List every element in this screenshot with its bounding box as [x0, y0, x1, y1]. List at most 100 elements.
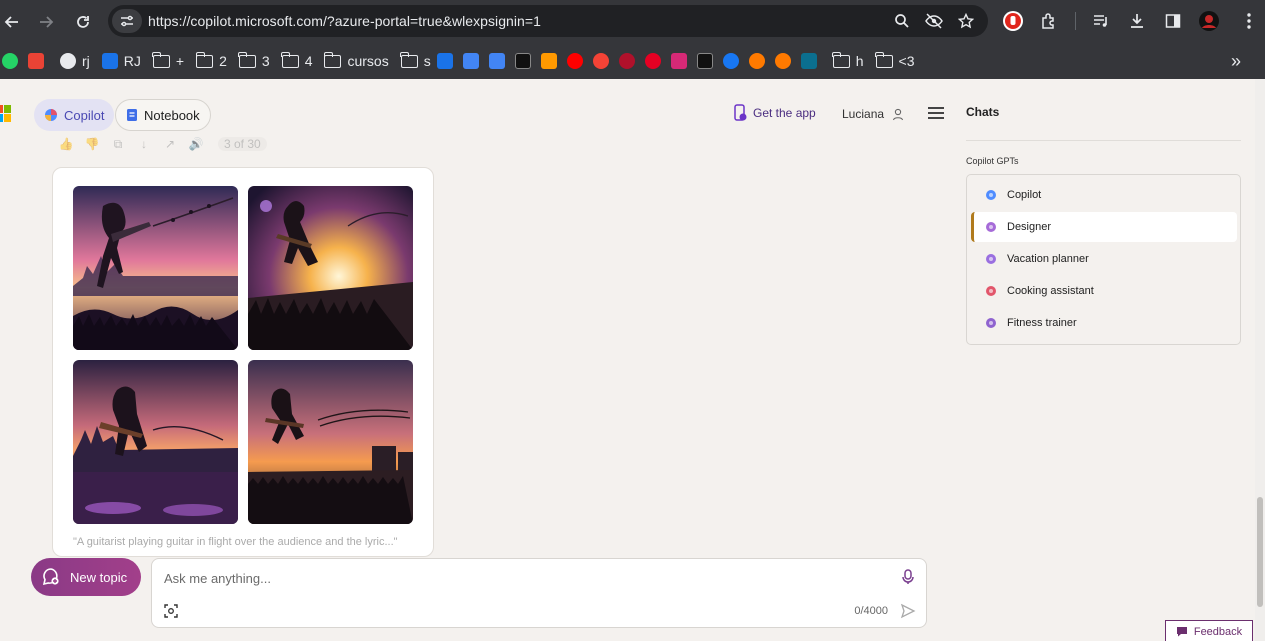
- generated-images-card: "A guitarist playing guitar in flight ov…: [52, 167, 434, 557]
- gpt-item-designer[interactable]: Designer: [971, 212, 1237, 242]
- bookmark-item[interactable]: 2: [190, 47, 233, 75]
- bookmark-label: RJ: [123, 53, 141, 69]
- adblock-extension-icon[interactable]: [998, 6, 1028, 36]
- star-icon[interactable]: [954, 9, 978, 33]
- bookmark-item[interactable]: [722, 47, 749, 75]
- bookmark-item[interactable]: h: [827, 47, 870, 75]
- back-button[interactable]: [0, 4, 30, 40]
- thumbs-up-icon[interactable]: 👍: [58, 137, 74, 151]
- microphone-icon[interactable]: [902, 569, 914, 590]
- pinterest-icon: [644, 53, 661, 69]
- copy-icon[interactable]: ⧉: [110, 137, 126, 151]
- gpt-item-fitness-trainer[interactable]: Fitness trainer: [971, 308, 1237, 338]
- chat-input[interactable]: [164, 567, 884, 589]
- visual-search-icon[interactable]: [164, 604, 178, 623]
- profile-avatar-icon[interactable]: [1194, 6, 1224, 36]
- bookmark-item[interactable]: [774, 47, 801, 75]
- bookmark-item[interactable]: [488, 47, 515, 75]
- x-icon: [696, 53, 713, 69]
- forward-button[interactable]: [28, 4, 64, 40]
- folder-icon: [195, 51, 214, 68]
- dark-red-icon: [618, 53, 635, 69]
- menu-icon[interactable]: [928, 107, 944, 119]
- instagram-icon: [670, 53, 687, 69]
- bookmark-item[interactable]: 3: [233, 47, 276, 75]
- speaker-icon[interactable]: 🔊: [188, 137, 204, 151]
- folder-icon: [400, 51, 418, 68]
- bookmark-label: cursos: [347, 53, 389, 69]
- bookmark-item[interactable]: [696, 47, 723, 75]
- bookmark-item[interactable]: [436, 47, 463, 75]
- gpt-item-cooking-assistant[interactable]: Cooking assistant: [971, 276, 1237, 306]
- eye-off-icon[interactable]: [922, 9, 946, 33]
- bookmark-item[interactable]: [462, 47, 489, 75]
- bookmark-item[interactable]: +: [147, 47, 190, 75]
- media-control-icon[interactable]: [1086, 6, 1116, 36]
- folder-icon: [874, 51, 893, 68]
- bookmark-item[interactable]: [540, 47, 567, 75]
- download-icon[interactable]: ↓: [136, 137, 152, 151]
- bookmark-item[interactable]: RJ: [96, 47, 147, 75]
- generated-image-2[interactable]: [248, 186, 413, 350]
- get-the-app-button[interactable]: Get the app: [733, 104, 816, 122]
- bookmark-item[interactable]: 4: [276, 47, 319, 75]
- bookmark-item[interactable]: rj: [54, 47, 96, 75]
- zoom-icon[interactable]: [890, 9, 914, 33]
- bookmark-item[interactable]: [28, 47, 54, 75]
- bookmark-label: h: [855, 53, 864, 69]
- assistant-icon: [488, 53, 505, 69]
- generated-image-3[interactable]: [73, 360, 238, 524]
- bookmark-item[interactable]: [514, 47, 541, 75]
- bookmark-item[interactable]: [644, 47, 671, 75]
- phone-icon: [734, 104, 747, 121]
- user-menu[interactable]: Luciana: [842, 107, 904, 121]
- site-settings-icon[interactable]: [112, 9, 142, 33]
- chats-title: Chats: [966, 105, 1000, 119]
- side-panel-icon[interactable]: [1158, 6, 1188, 36]
- bookmark-item[interactable]: <3: [870, 47, 921, 75]
- tab-notebook[interactable]: Notebook: [115, 99, 211, 131]
- response-counter: 3 of 30: [218, 137, 267, 151]
- download-icon[interactable]: [1122, 6, 1152, 36]
- gpt-item-vacation-planner[interactable]: Vacation planner: [971, 244, 1237, 274]
- new-chat-icon: [42, 568, 59, 586]
- microsoft-logo-icon[interactable]: [0, 105, 16, 123]
- bookmark-item[interactable]: [748, 47, 775, 75]
- generated-image-4[interactable]: [248, 360, 413, 524]
- share-icon[interactable]: ↗: [162, 137, 178, 151]
- tab-copilot[interactable]: Copilot: [34, 99, 115, 131]
- gpt-designer-icon: [985, 221, 997, 233]
- extensions-icon[interactable]: [1034, 6, 1064, 36]
- image-prompt-caption: "A guitarist playing guitar in flight ov…: [73, 536, 398, 548]
- url-text[interactable]: https://copilot.microsoft.com/?azure-por…: [148, 13, 541, 29]
- k-icon: [514, 53, 531, 69]
- more-options-icon[interactable]: [1234, 6, 1264, 36]
- reload-button[interactable]: [65, 4, 101, 40]
- bookmark-item[interactable]: [2, 47, 28, 75]
- address-bar[interactable]: https://copilot.microsoft.com/?azure-por…: [108, 5, 988, 37]
- send-icon[interactable]: [900, 603, 916, 624]
- bookmark-item[interactable]: [566, 47, 593, 75]
- more-bookmarks-icon[interactable]: »: [1225, 47, 1247, 75]
- gpt-item-label: Copilot: [1007, 189, 1042, 201]
- bookmark-item[interactable]: cursos: [318, 47, 394, 75]
- new-topic-button[interactable]: New topic: [31, 558, 141, 596]
- tab-notebook-label: Notebook: [144, 107, 200, 123]
- calendar-icon: [436, 53, 453, 69]
- bookmark-item[interactable]: [592, 47, 619, 75]
- thumbs-down-icon[interactable]: 👎: [84, 137, 100, 151]
- orange-ring-icon: [748, 53, 765, 69]
- bookmark-item[interactable]: [800, 47, 827, 75]
- page-scrollbar[interactable]: [1255, 79, 1265, 641]
- bookmark-item[interactable]: s: [395, 47, 437, 75]
- bookmark-item[interactable]: [670, 47, 697, 75]
- feedback-button[interactable]: Feedback: [1165, 620, 1253, 641]
- scrollbar-thumb[interactable]: [1257, 497, 1263, 607]
- gpt-vacation-planner-icon: [985, 253, 997, 265]
- gpt-item-copilot[interactable]: Copilot: [971, 180, 1237, 210]
- generated-image-1[interactable]: [73, 186, 238, 350]
- get-the-app-label: Get the app: [753, 106, 816, 120]
- gpt-item-label: Cooking assistant: [1007, 285, 1094, 297]
- bookmark-item[interactable]: [618, 47, 645, 75]
- copilot-logo-icon: [45, 109, 57, 121]
